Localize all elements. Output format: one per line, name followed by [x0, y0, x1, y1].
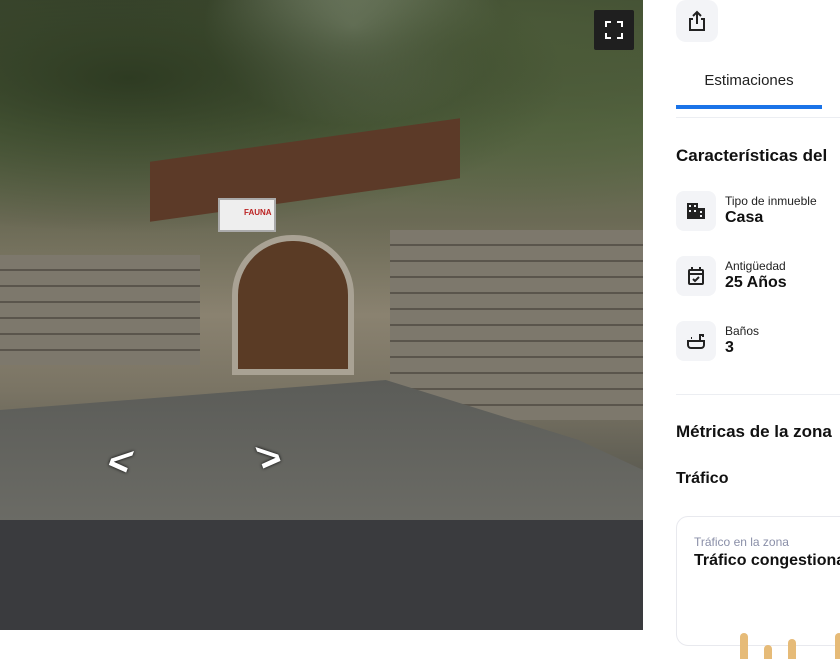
- building-icon: [687, 203, 705, 219]
- feature-age: Antigüedad 25 Años: [676, 256, 840, 298]
- feature-label: Tipo de inmueble: [725, 194, 817, 208]
- wooden-door: [232, 235, 354, 375]
- trees: [0, 0, 643, 260]
- divider: [676, 117, 840, 118]
- bathtub-icon: [687, 334, 705, 349]
- street-view-photo[interactable]: FAUNA < >: [0, 0, 643, 630]
- stone-wall-left: [0, 255, 200, 365]
- feature-value: 3: [725, 339, 734, 356]
- feature-value: Casa: [725, 209, 764, 226]
- fauna-sign: FAUNA: [218, 198, 276, 232]
- share-button[interactable]: [676, 0, 718, 42]
- share-icon: [689, 10, 705, 31]
- feature-bathrooms: Baños 3: [676, 321, 840, 363]
- traffic-title: Tráfico: [676, 470, 729, 487]
- traffic-bar: [835, 633, 840, 659]
- feature-label: Baños: [725, 324, 760, 338]
- feature-label: Antigüedad: [725, 259, 786, 273]
- calendar-check-icon: [688, 267, 704, 285]
- road: [0, 520, 643, 630]
- tab-estimaciones[interactable]: Estimaciones: [676, 72, 822, 89]
- feature-value: 25 Años: [725, 274, 787, 291]
- feature-property-type: Tipo de inmueble Casa: [676, 191, 840, 233]
- property-panel: Estimaciones Características del Tipo de…: [643, 0, 840, 659]
- traffic-card: Tráfico en la zona Tráfico congestionado: [676, 516, 840, 659]
- traffic-card-subtitle: Tráfico en la zona: [694, 535, 789, 549]
- traffic-bar: [788, 639, 796, 659]
- divider: [676, 394, 840, 395]
- features-title: Características del: [676, 146, 828, 165]
- active-tab-indicator: [676, 105, 822, 109]
- expand-icon: [605, 21, 623, 39]
- traffic-card-title: Tráfico congestionado: [694, 552, 840, 569]
- stone-wall-right: [390, 230, 643, 420]
- fullscreen-button[interactable]: [594, 10, 634, 50]
- metrics-title: Métricas de la zona: [676, 422, 832, 441]
- traffic-bar: [740, 633, 748, 659]
- traffic-bar: [764, 645, 772, 659]
